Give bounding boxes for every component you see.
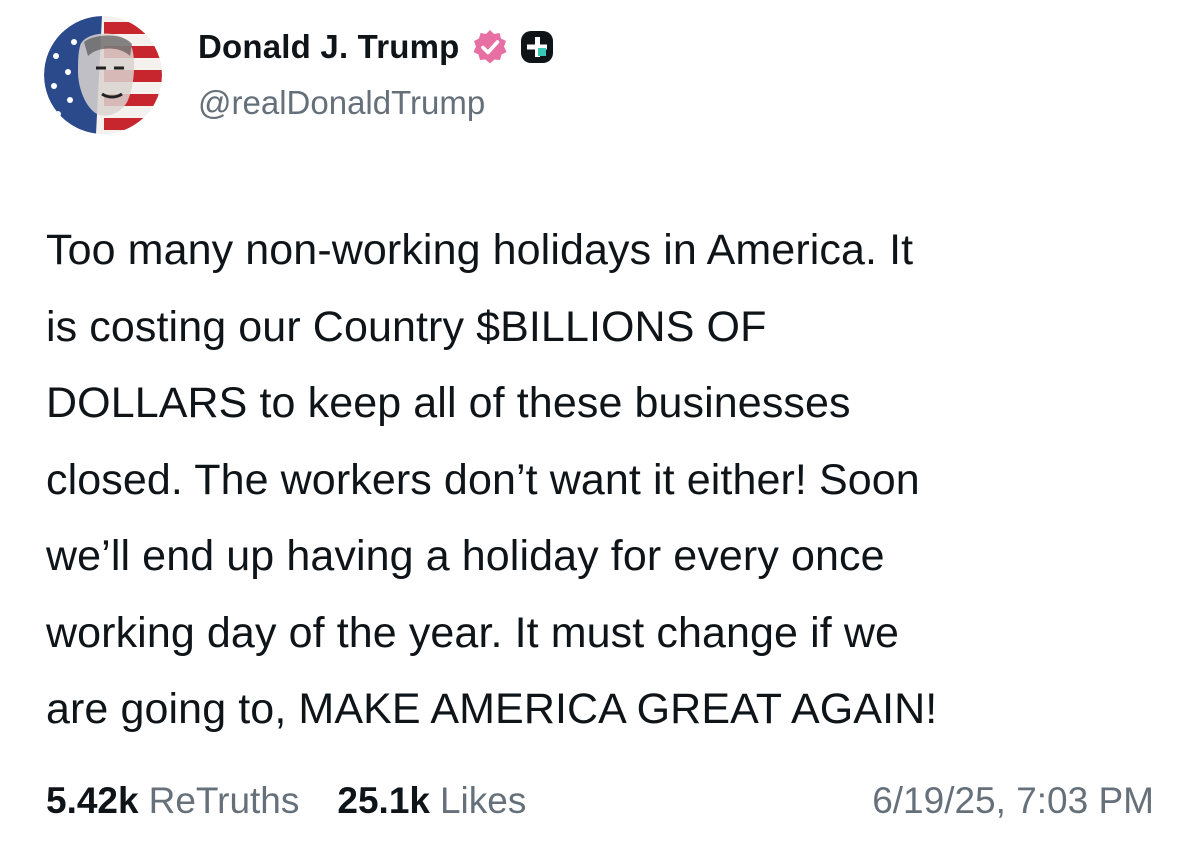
author-display-name[interactable]: Donald J. Trump bbox=[198, 28, 460, 66]
avatar-image bbox=[44, 16, 162, 134]
plus-badge-icon bbox=[520, 30, 554, 64]
author-handle[interactable]: @realDonaldTrump bbox=[198, 84, 485, 122]
retruths-label[interactable]: ReTruths bbox=[149, 780, 300, 822]
post-timestamp[interactable]: 6/19/25, 7:03 PM bbox=[872, 780, 1154, 832]
post-text: Too many non-working holidays in America… bbox=[46, 226, 938, 733]
retruths-count[interactable]: 5.42k bbox=[46, 780, 139, 822]
verified-badge-icon bbox=[472, 29, 508, 65]
avatar[interactable] bbox=[44, 16, 162, 134]
author-name-row: Donald J. Trump bbox=[198, 24, 554, 70]
likes-count[interactable]: 25.1k bbox=[337, 780, 430, 822]
post-stats: 5.42k ReTruths 25.1k Likes bbox=[46, 780, 526, 832]
likes-label[interactable]: Likes bbox=[440, 780, 526, 822]
post-card: Donald J. Trump @realDonaldTrump Too man… bbox=[0, 0, 1200, 847]
